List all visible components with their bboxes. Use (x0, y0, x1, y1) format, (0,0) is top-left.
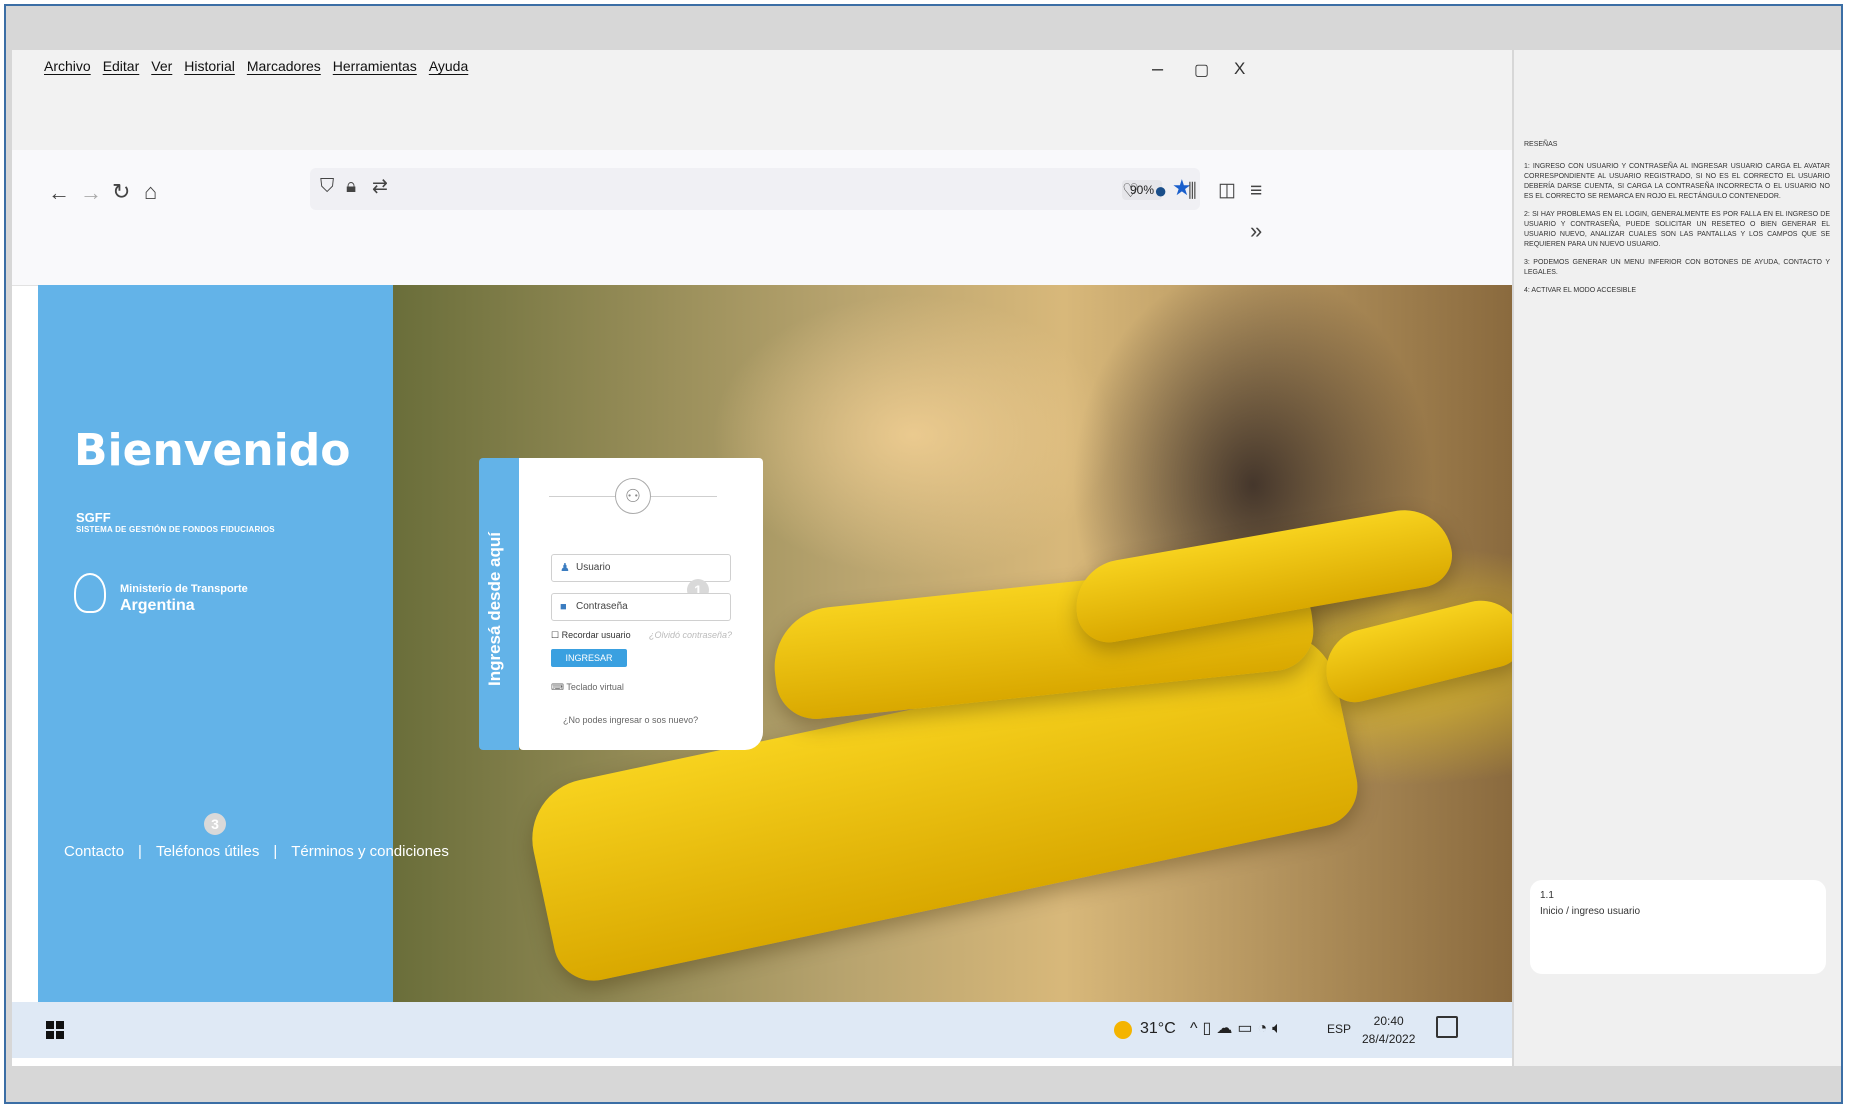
windows-taskbar: 31°C ^▯☁▭◔🔈︎ ESP 20:40 28/4/2022 (12, 1002, 1512, 1058)
volume-icon[interactable]: 🔈︎ (1272, 1020, 1287, 1037)
temperature-readout[interactable]: 31°C (1140, 1020, 1176, 1038)
system-clock[interactable]: 20:40 28/4/2022 (1362, 1012, 1415, 1048)
login-tab: Ingresá desde aquí (479, 458, 519, 750)
country-name: Argentina (120, 597, 195, 614)
sidebar-icon[interactable]: ◫ (1218, 181, 1236, 200)
cloud-icon[interactable]: ☁ (1216, 1020, 1237, 1037)
checkbox-icon[interactable]: ☐ (551, 630, 559, 640)
navigation-toolbar: ← → ↻ ⌂ ⛉ 🔒︎ ⇄ 90% ★ ♡ ● ⫼ ◫ ≡ » (12, 150, 1512, 286)
cannot-login-link[interactable]: ¿No podes ingresar o sos nuevo? (563, 715, 698, 725)
menu-herramientas[interactable]: Herramientas (333, 58, 417, 74)
reload-icon[interactable]: ↻ (112, 181, 130, 203)
footer-separator: | (273, 843, 278, 860)
device-icon[interactable]: ▯ (1203, 1020, 1217, 1037)
restore-button[interactable]: ▢ (1194, 60, 1209, 80)
hamburger-menu-icon[interactable]: ≡ (1250, 180, 1262, 201)
contact-link[interactable]: Contacto (64, 843, 124, 860)
annotation-marker-3: 3 (204, 813, 226, 835)
lock-icon: ■ (560, 601, 567, 613)
system-tray-icons[interactable]: ^▯☁▭◔🔈︎ (1190, 1018, 1287, 1038)
keyboard-icon: ⌨ (551, 682, 564, 692)
windows-start-icon[interactable] (46, 1021, 64, 1039)
notification-center-icon[interactable] (1436, 1016, 1458, 1038)
footer-separator: | (138, 843, 142, 860)
forgot-password-link[interactable]: ¿Olvidó contraseña? (649, 630, 732, 640)
user-icon: ♟ (560, 562, 570, 574)
overflow-chevron-icon[interactable]: » (1250, 220, 1262, 242)
menu-editar[interactable]: Editar (103, 58, 140, 74)
login-submit-button[interactable]: INGRESAR (551, 649, 627, 667)
phones-link[interactable]: Teléfonos útiles (156, 843, 259, 860)
screen-number: 1.1 (1540, 890, 1554, 901)
close-button[interactable]: X (1234, 59, 1245, 79)
menu-items: Archivo Editar Ver Historial Marcadores … (44, 58, 468, 74)
welcome-panel: Bienvenido SGFF SISTEMA DE GESTIÓN DE FO… (38, 285, 393, 1003)
footer-links: Contacto | Teléfonos útiles | Términos y… (64, 843, 449, 860)
menu-historial[interactable]: Historial (184, 58, 235, 74)
clock-time: 20:40 (1373, 1014, 1404, 1028)
review-notes-panel: RESEÑAS 1: INGRESO CON USUARIO Y CONTRAS… (1514, 50, 1841, 1066)
username-placeholder: Usuario (576, 562, 611, 573)
chevron-up-icon[interactable]: ^ (1190, 1020, 1203, 1037)
pocket-icon[interactable]: ♡ (1122, 182, 1139, 201)
remember-label: Recordar usuario (561, 630, 631, 640)
menu-archivo[interactable]: Archivo (44, 58, 91, 74)
browser-window: Archivo Editar Ver Historial Marcadores … (12, 50, 1512, 1066)
screen-label: Inicio / ingreso usuario (1540, 906, 1641, 917)
username-input[interactable]: ♟ Usuario (551, 554, 731, 582)
login-card: ⚇ ♟ Usuario 1 ■ Contraseña ☐ Recordar us… (519, 458, 763, 750)
note-item: 1: INGRESO CON USUARIO Y CONTRASEÑA AL I… (1524, 163, 1830, 200)
language-indicator[interactable]: ESP (1327, 1022, 1351, 1036)
menu-ver[interactable]: Ver (151, 58, 172, 74)
note-item: 4: ACTIVAR EL MODO ACCESIBLE (1524, 287, 1637, 294)
ministry-seal-icon (74, 573, 106, 613)
login-widget: Ingresá desde aquí ⚇ ♟ Usuario 1 ■ Contr… (479, 458, 763, 750)
forward-icon[interactable]: → (80, 182, 102, 204)
profile-globe-icon[interactable]: ● (1154, 180, 1167, 202)
password-input[interactable]: ■ Contraseña (551, 593, 731, 621)
permissions-icon[interactable]: ⇄ (372, 177, 388, 196)
battery-icon[interactable]: ▭ (1237, 1020, 1257, 1037)
menu-bar: Archivo Editar Ver Historial Marcadores … (12, 50, 1512, 150)
review-notes: RESEÑAS 1: INGRESO CON USUARIO Y CONTRAS… (1524, 140, 1830, 304)
welcome-title: Bienvenido (74, 425, 351, 476)
minimize-button[interactable]: – (1152, 58, 1163, 81)
system-name: SISTEMA DE GESTIÓN DE FONDOS FIDUCIARIOS (76, 525, 275, 534)
user-avatar-icon: ⚇ (615, 478, 651, 514)
lock-icon[interactable]: 🔒︎ (346, 177, 356, 196)
login-tab-label: Ingresá desde aquí (485, 532, 504, 686)
bus-seat-image (1317, 591, 1512, 709)
screenshot-frame: Archivo Editar Ver Historial Marcadores … (4, 4, 1843, 1104)
note-item: 2: SI HAY PROBLEMAS EN EL LOGIN, GENERAL… (1524, 211, 1830, 248)
terms-link[interactable]: Términos y condiciones (291, 843, 449, 860)
virtual-keyboard-label: Teclado virtual (566, 682, 624, 692)
screen-id-card: 1.1 Inicio / ingreso usuario (1530, 880, 1826, 974)
system-acronym: SGFF (76, 510, 111, 525)
wifi-icon[interactable]: ◔ (1257, 1020, 1272, 1037)
remember-user-checkbox[interactable]: ☐ Recordar usuario (551, 630, 631, 641)
note-item: 3: PODEMOS GENERAR UN MENU INFERIOR CON … (1524, 259, 1830, 276)
library-icon[interactable]: ⫼ (1188, 182, 1197, 201)
url-bar[interactable]: ⛉ 🔒︎ ⇄ 90% ★ (310, 168, 1200, 210)
web-page: Bienvenido SGFF SISTEMA DE GESTIÓN DE FO… (38, 285, 1512, 1003)
notes-title: RESEÑAS (1524, 141, 1558, 148)
back-icon[interactable]: ← (48, 182, 70, 204)
shield-icon[interactable]: ⛉ (320, 177, 334, 196)
password-placeholder: Contraseña (576, 601, 628, 612)
home-icon[interactable]: ⌂ (144, 181, 157, 203)
menu-ayuda[interactable]: Ayuda (429, 58, 468, 74)
ministry-name: Ministerio de Transporte (120, 583, 248, 595)
virtual-keyboard-link[interactable]: ⌨ Teclado virtual (551, 682, 624, 693)
menu-marcadores[interactable]: Marcadores (247, 58, 321, 74)
weather-sun-icon[interactable] (1114, 1021, 1132, 1039)
clock-date: 28/4/2022 (1362, 1032, 1416, 1046)
